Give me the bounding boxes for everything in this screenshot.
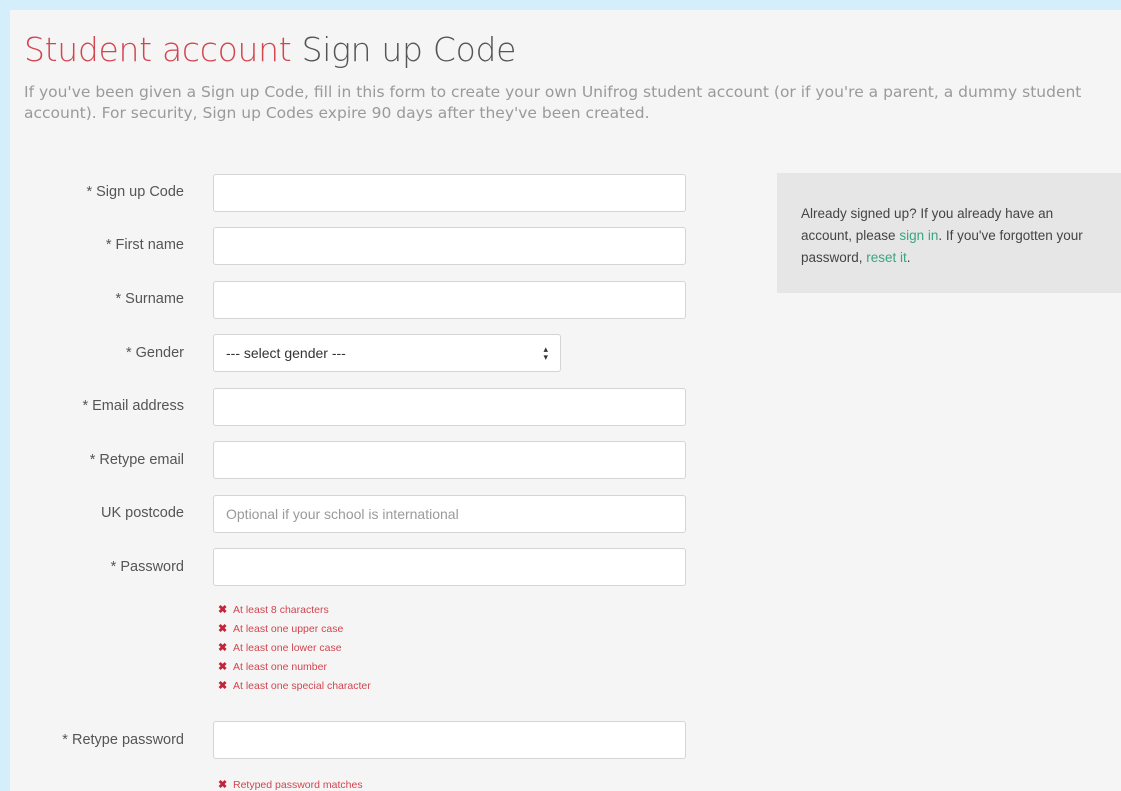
password-rule: ✖ At least one upper case — [218, 622, 344, 636]
reset-password-link[interactable]: reset it — [866, 250, 907, 265]
retype-rules-list: ✖ Retyped password matches — [218, 775, 363, 791]
cross-icon: ✖ — [218, 604, 228, 616]
password-rule: ✖ At least one special character — [218, 679, 371, 693]
signup-panel: Student account Sign up Code If you've b… — [10, 10, 1121, 791]
cross-icon: ✖ — [218, 779, 228, 791]
cross-icon: ✖ — [218, 623, 228, 635]
postcode-label: UK postcode — [100, 505, 184, 521]
postcode-input[interactable] — [213, 495, 686, 533]
email-input[interactable] — [213, 388, 686, 426]
intro-text: If you've been given a Sign up Code, fil… — [24, 83, 1082, 122]
email-label: * Email address — [82, 398, 184, 414]
sign-in-link[interactable]: sign in — [899, 228, 938, 243]
cross-icon: ✖ — [218, 642, 228, 654]
password-rules-list: ✖ At least 8 characters ✖ At least one upp… — [218, 600, 371, 695]
gender-label: * Gender — [125, 345, 184, 361]
page-title-main: Sign up Code — [301, 30, 517, 69]
surname-label: * Surname — [115, 291, 184, 307]
password-rule: ✖ At least one number — [218, 660, 327, 674]
first-name-label: * First name — [105, 237, 184, 253]
page-title: Student account Sign up Code — [24, 30, 516, 69]
retype-email-input[interactable] — [213, 441, 686, 479]
cross-icon: ✖ — [218, 661, 228, 673]
cross-icon: ✖ — [218, 680, 228, 692]
signup-code-input[interactable] — [213, 174, 686, 212]
gender-select[interactable]: --- select gender --- ▴ ▾ — [213, 334, 561, 372]
gender-select-value: --- select gender --- — [226, 345, 346, 361]
retype-rule: ✖ Retyped password matches — [218, 778, 363, 791]
retype-password-input[interactable] — [213, 721, 686, 759]
password-label: * Password — [110, 559, 184, 575]
page-title-accent: Student account — [24, 30, 292, 69]
select-arrows-icon: ▴ ▾ — [543, 344, 548, 362]
password-rule: ✖ At least 8 characters — [218, 603, 329, 617]
already-signed-up-box: Already signed up? If you already have a… — [777, 173, 1121, 293]
password-input[interactable] — [213, 548, 686, 586]
first-name-input[interactable] — [213, 227, 686, 265]
signup-code-label: * Sign up Code — [86, 184, 184, 200]
retype-password-label: * Retype password — [62, 732, 184, 748]
retype-email-label: * Retype email — [89, 452, 184, 468]
password-rule: ✖ At least one lower case — [218, 641, 342, 655]
aside-text: . — [906, 250, 911, 265]
surname-input[interactable] — [213, 281, 686, 319]
